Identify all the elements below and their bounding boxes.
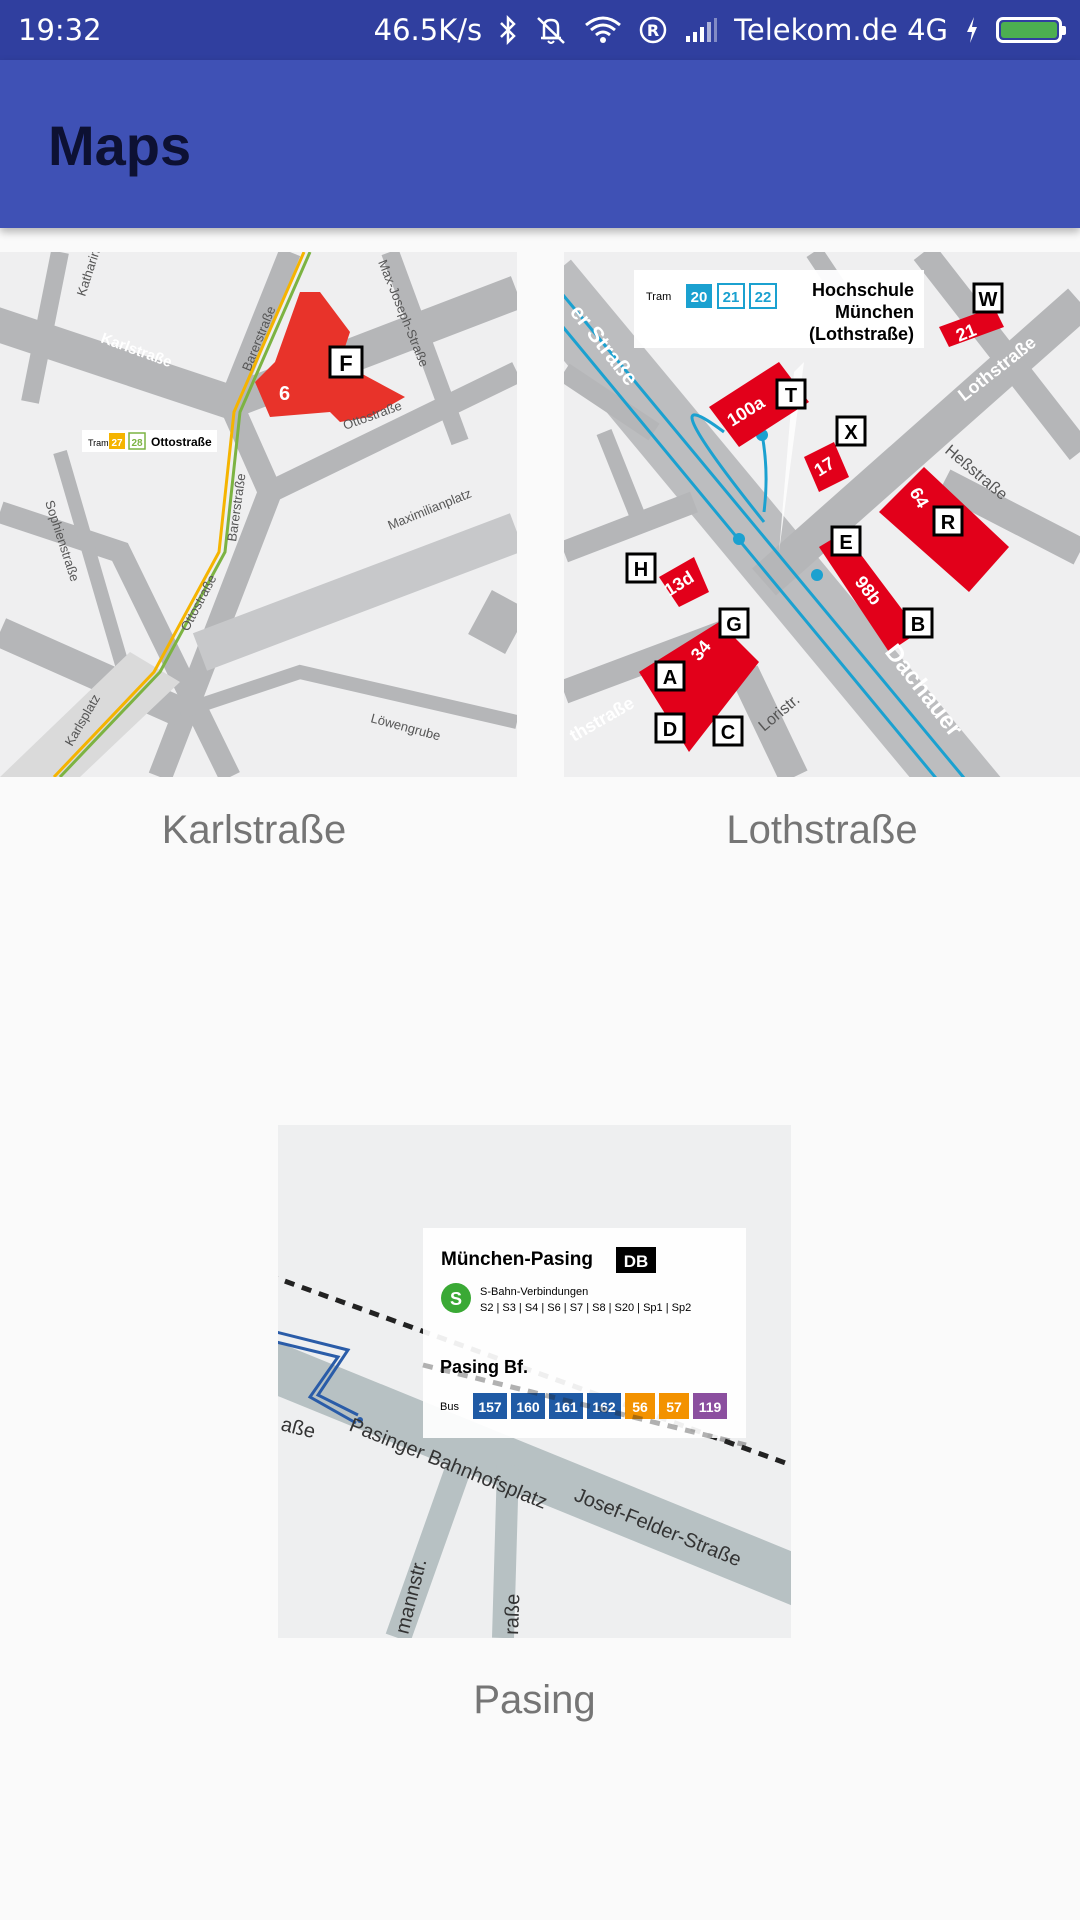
bluetooth-icon [498,15,518,45]
building-letter: H [634,559,648,581]
tram-line-badge: 28 [131,438,143,449]
app-bar: Maps [0,60,1080,228]
map-tile-lothstrasse[interactable]: 100a 17 64 98b 13d 34 21 T X W R E B H G… [564,252,1080,872]
sbahn-lines: S2 | S3 | S4 | S6 | S7 | S8 | S20 | Sp1 … [480,1302,691,1314]
signal-icon [684,17,718,43]
building-letter: E [839,532,852,554]
roaming-r-icon: R [638,15,668,45]
net-speed: 46.5K/s [373,13,483,47]
map-image-karlstrasse: 6 F Karlstraße Katharin Max-Joseph-Straß… [0,252,517,777]
karl-building-letter: F [339,351,352,376]
map-image-lothstrasse: 100a 17 64 98b 13d 34 21 T X W R E B H G… [564,252,1080,777]
status-time: 19:32 [18,13,102,47]
status-bar: 19:32 46.5K/s R Telekom.de 4G [0,0,1080,60]
bus-line-badge: 57 [666,1399,682,1415]
db-logo: DB [624,1252,649,1271]
building-letter: A [663,667,677,689]
tram-line-badge: 21 [723,289,740,306]
building-letter: C [721,722,735,744]
wifi-icon [584,15,622,45]
svg-text:S: S [450,1289,462,1309]
building-letter: G [726,614,742,636]
station-name: München-Pasing [441,1249,593,1270]
map-tile-pasing[interactable]: aße Pasinger Bahnhofsplatz Josef-Felder-… [278,1115,803,1735]
campus-title: München [835,302,914,322]
tram-line-badge: 20 [691,289,708,306]
building-letter: D [663,719,677,741]
street-label: raße [501,1593,524,1635]
bus-word: Bus [440,1401,459,1413]
tram-word: Tram [646,291,671,303]
sbahn-title: S-Bahn-Verbindungen [480,1286,588,1298]
map-caption: Pasing [473,1678,596,1722]
page-title: Maps [48,114,192,177]
building-letter: B [911,614,925,636]
building-letter: T [785,385,797,407]
building-letter: W [979,289,998,311]
dnd-bell-icon [534,14,568,46]
bus-line-badge: 157 [478,1399,502,1415]
bus-line-badge: 162 [592,1399,616,1415]
battery-icon [996,17,1066,43]
building-letter: R [941,512,956,534]
building-letter: X [844,422,858,444]
campus-title: (Lothstraße) [809,324,914,344]
map-caption: Lothstraße [726,808,918,852]
status-icons: 46.5K/s R Telekom.de 4G [373,13,1066,47]
map-caption: Karlstraße [161,808,347,852]
carrier-label: Telekom.de 4G [734,13,948,47]
bus-line-badge: 56 [632,1399,648,1415]
tram-word: Tram [88,438,109,448]
bus-stop-name: Pasing Bf. [440,1357,528,1377]
bus-line-badge: 119 [699,1399,722,1415]
svg-text:R: R [647,21,659,40]
map-tile-karlstrasse[interactable]: 6 F Karlstraße Katharin Max-Joseph-Straß… [0,252,517,872]
tram-stop-label: Ottostraße [151,435,212,449]
map-image-pasing: aße Pasinger Bahnhofsplatz Josef-Felder-… [278,1125,791,1638]
campus-title: Hochschule [812,280,914,300]
charging-icon [964,15,980,45]
bus-line-badge: 160 [516,1399,540,1415]
tram-line-badge: 22 [755,289,772,306]
karl-building-number: 6 [279,383,290,405]
tram-line-badge: 27 [111,438,123,449]
